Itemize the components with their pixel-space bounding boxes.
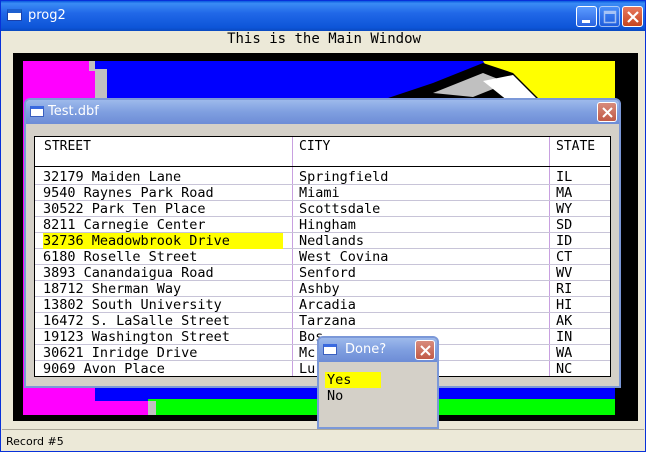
state-cell: WV (556, 265, 573, 281)
city-cell: Senford (299, 265, 356, 281)
street-cell: 30621 Inridge Drive (43, 345, 198, 361)
table-row[interactable]: 16472 S. LaSalle Street Tarzana AK (35, 313, 610, 329)
table-row[interactable]: 3893 Canandaigua Road Senford WV (35, 265, 610, 281)
column-header-state: STATE (556, 139, 596, 154)
city-cell: West Covina (299, 249, 389, 265)
dialog-close-button[interactable] (415, 340, 435, 360)
status-text: Record #5 (6, 435, 64, 448)
state-cell: HI (556, 297, 573, 313)
street-cell: 30522 Park Ten Place (43, 201, 206, 217)
street-cell: 18712 Sherman Way (43, 281, 182, 297)
street-cell: 19123 Washington Street (43, 329, 230, 345)
minimize-icon (582, 20, 590, 23)
city-cell: Ashby (299, 281, 340, 297)
street-cell: 8211 Carnegie Center (43, 217, 206, 233)
street-cell: 13802 South University (43, 297, 222, 313)
window-icon (323, 344, 337, 355)
table-close-button[interactable] (597, 102, 617, 122)
table-row[interactable]: 32179 Maiden Lane Springfield IL (35, 169, 610, 185)
street-cell: 32736 Meadowbrook Drive (43, 233, 283, 249)
done-dialog: Done? Yes No (317, 336, 439, 429)
street-cell: 16472 S. LaSalle Street (43, 313, 230, 329)
maximize-icon (603, 10, 617, 24)
close-button[interactable] (622, 6, 643, 27)
window-icon (7, 9, 22, 21)
state-cell: ID (556, 233, 573, 249)
city-cell: Nedlands (299, 233, 365, 249)
street-cell: 9069 Avon Place (43, 361, 165, 377)
minimize-button[interactable] (576, 6, 597, 27)
column-header-street: STREET (44, 139, 91, 154)
close-icon (602, 107, 613, 118)
state-cell: SD (556, 217, 573, 233)
city-cell: Tarzana (299, 313, 356, 329)
option-no[interactable]: No (325, 388, 435, 404)
table-header: STREET CITY STATE (35, 137, 610, 167)
state-cell: CT (556, 249, 573, 265)
close-icon (627, 11, 639, 23)
option-yes[interactable]: Yes (325, 372, 381, 388)
close-icon (420, 345, 431, 356)
table-window-title: Test.dbf (48, 104, 99, 119)
city-cell: Scottsdale (299, 201, 381, 217)
statusbar: Record #5 (2, 429, 644, 451)
state-cell: MA (556, 185, 573, 201)
city-cell: Miami (299, 185, 340, 201)
state-cell: IL (556, 169, 573, 185)
table-window-titlebar[interactable]: Test.dbf (26, 100, 619, 124)
table-row[interactable]: 32736 Meadowbrook Drive Nedlands ID (35, 233, 610, 249)
street-cell: 6180 Roselle Street (43, 249, 198, 265)
table-row[interactable]: 9540 Raynes Park Road Miami MA (35, 185, 610, 201)
table-row[interactable]: 8211 Carnegie Center Hingham SD (35, 217, 610, 233)
state-cell: WA (556, 345, 573, 361)
table-row[interactable]: 6180 Roselle Street West Covina CT (35, 249, 610, 265)
state-cell: RI (556, 281, 573, 297)
street-cell: 3893 Canandaigua Road (43, 265, 214, 281)
window-icon (30, 106, 44, 117)
main-caption: This is the Main Window (5, 31, 643, 47)
street-cell: 9540 Raynes Park Road (43, 185, 214, 201)
city-cell: Hingham (299, 217, 356, 233)
main-window-title: prog2 (28, 8, 66, 23)
column-header-city: CITY (299, 139, 331, 154)
city-cell: Mc (299, 345, 316, 361)
dialog-title: Done? (345, 342, 387, 357)
city-cell: Springfield (299, 169, 389, 185)
city-cell: Lu (299, 361, 316, 377)
state-cell: AK (556, 313, 573, 329)
dialog-titlebar[interactable]: Done? (319, 338, 437, 362)
table-row[interactable]: 18712 Sherman Way Ashby RI (35, 281, 610, 297)
street-cell: 32179 Maiden Lane (43, 169, 182, 185)
table-row[interactable]: 30522 Park Ten Place Scottsdale WY (35, 201, 610, 217)
table-row[interactable]: 13802 South University Arcadia HI (35, 297, 610, 313)
maximize-button[interactable] (599, 6, 620, 27)
state-cell: WY (556, 201, 573, 217)
dialog-options: Yes No (325, 372, 435, 404)
state-cell: NC (556, 361, 573, 377)
main-titlebar[interactable]: prog2 (1, 1, 645, 31)
state-cell: IN (556, 329, 573, 345)
city-cell: Arcadia (299, 297, 356, 313)
